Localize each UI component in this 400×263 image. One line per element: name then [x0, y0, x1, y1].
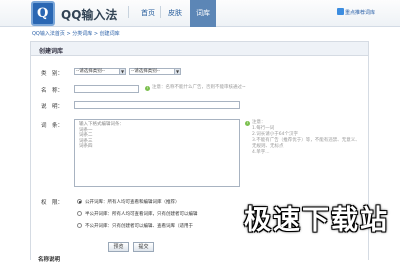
name-label: 名 称： [41, 88, 64, 94]
entries-label: 词 条： [41, 123, 64, 129]
top-link[interactable]: 重点推荐词库 [345, 9, 375, 16]
nav-divider [128, 6, 129, 18]
entries-hint-line: 4.单字... [252, 150, 270, 155]
description-label: 说 明： [41, 104, 64, 110]
top-bar: Q QQ输入法 首页 皮肤 词库 重点推荐词库 [0, 0, 400, 27]
chevron-down-icon: ▼ [174, 69, 180, 74]
nav-divider [160, 6, 161, 18]
permission-semi-public-text: 半公开词库：所有人均可查看词库，只有创建者可以编辑 [85, 212, 198, 217]
permission-label: 权 限： [41, 200, 64, 206]
nav-home[interactable]: 首页 [141, 8, 155, 18]
permission-semi-public-radio[interactable] [77, 211, 82, 216]
footer-section-label: 名称说明 [38, 257, 61, 263]
permission-private-text: 不公开词库：只有创建者可以编辑、查看词库（适用于 [85, 224, 193, 229]
submit-button[interactable]: 提交 [133, 242, 154, 252]
category-select-secondary-value: --请选择类别-- [131, 69, 160, 74]
permission-private-radio[interactable] [77, 223, 82, 228]
watermark-logo: 极速下载站 [244, 205, 389, 236]
nav-dictionary[interactable]: 词库 [190, 0, 216, 27]
entries-hint-line: 3.不能有广告（推荐优于）等，不能有违禁、无意义、无规则、无标点 [252, 138, 360, 149]
category-select-secondary[interactable]: --请选择类别-- ▼ [129, 68, 181, 75]
brand-title: QQ输入法 [61, 8, 118, 22]
name-input[interactable] [74, 85, 139, 93]
recommend-icon [337, 8, 344, 15]
preview-button[interactable]: 预览 [108, 242, 129, 252]
category-select-primary-value: --请选择类别-- [76, 69, 105, 74]
nav-skins[interactable]: 皮肤 [168, 8, 182, 18]
entries-placeholder-line: 词条四 [79, 144, 93, 149]
description-input[interactable] [74, 101, 240, 109]
entries-textarea[interactable]: 输入下格式编辑词条： 词条一 词条二 词条三 词条四 [74, 119, 240, 187]
chevron-down-icon: ▼ [119, 69, 125, 74]
permission-public-radio[interactable] [77, 199, 82, 204]
panel-title: 创建词库 [31, 42, 368, 56]
category-select-primary[interactable]: --请选择类别-- ▼ [74, 68, 126, 75]
info-icon: ! [245, 121, 250, 126]
permission-public-text: 公开词库：所有人均可查看和编辑词库（推荐） [85, 200, 180, 205]
entries-hints: 注意： 1.每行一词 2.词长请小于64个汉字 3.不能有广告（推荐优于）等，不… [252, 120, 364, 156]
qq-logo[interactable]: Q [31, 1, 55, 26]
category-label: 类 别： [41, 71, 64, 77]
name-hint: 注意：名称不能什么广告，否则不能审核通过~ [152, 85, 246, 90]
info-icon: ! [145, 86, 150, 91]
breadcrumb[interactable]: QQ输入法首页 > 分类词库 > 创建词库 [32, 30, 120, 37]
